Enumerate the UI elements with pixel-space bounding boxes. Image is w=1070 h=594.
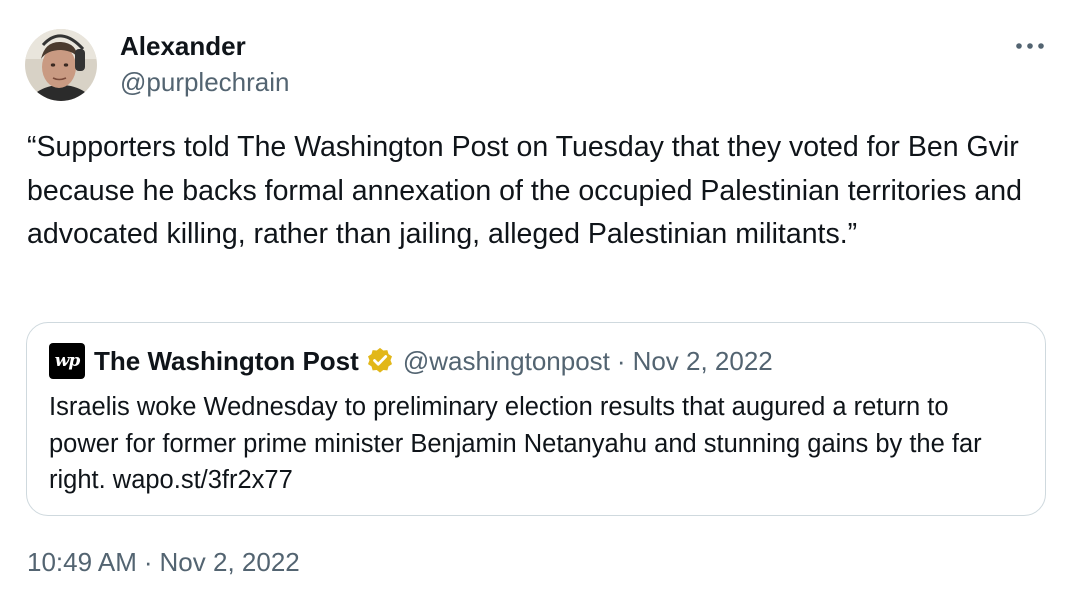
tweet-card: Alexander @purplechrain “Supporters told… xyxy=(0,0,1070,594)
tweet-text: “Supporters told The Washington Post on … xyxy=(27,131,1022,250)
quoted-tweet-date[interactable]: Nov 2, 2022 xyxy=(633,346,773,377)
tweet-timestamp[interactable]: 10:49 AM · Nov 2, 2022 xyxy=(27,545,300,579)
author-display-name[interactable]: Alexander xyxy=(120,30,246,62)
quoted-author-handle[interactable]: @washingtonpost xyxy=(403,346,610,377)
logo-text: wp xyxy=(54,351,81,371)
quoted-tweet[interactable]: wp The Washington Post @washingtonpost ·… xyxy=(26,322,1046,516)
washington-post-logo-icon: wp xyxy=(49,343,85,379)
tweet-time: 10:49 AM xyxy=(27,547,137,577)
avatar-photo xyxy=(25,29,97,101)
more-horizontal-icon xyxy=(1016,43,1044,49)
author-handle[interactable]: @purplechrain xyxy=(120,66,289,98)
verified-badge-icon xyxy=(367,347,392,373)
more-options-button[interactable] xyxy=(1010,30,1050,62)
quoted-author-name[interactable]: The Washington Post xyxy=(94,346,359,377)
tweet-date: Nov 2, 2022 xyxy=(159,547,300,577)
separator-dot: · xyxy=(143,547,153,577)
separator-dot: · xyxy=(616,345,626,376)
avatar[interactable] xyxy=(25,29,97,101)
quoted-tweet-header: wp The Washington Post @washingtonpost ·… xyxy=(49,343,773,379)
quoted-tweet-text: Israelis woke Wednesday to preliminary e… xyxy=(49,393,982,494)
